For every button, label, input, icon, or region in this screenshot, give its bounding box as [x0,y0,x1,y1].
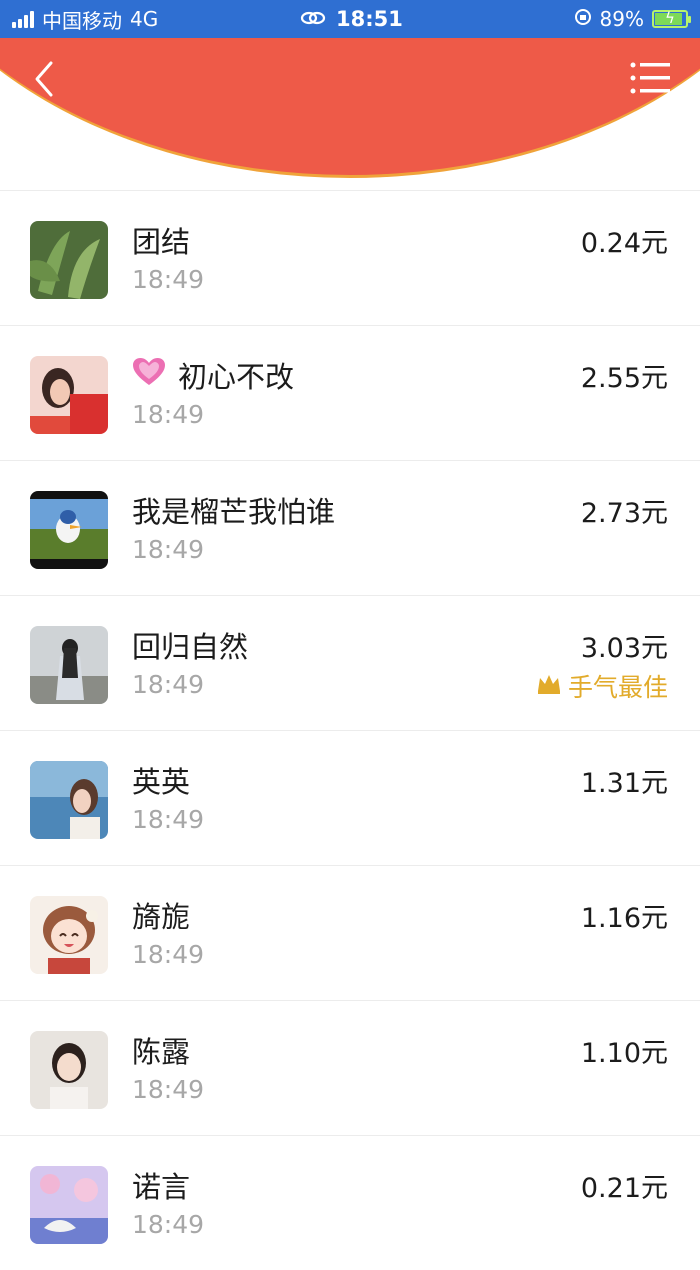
signal-icon [12,10,34,28]
rotation-lock-icon [574,7,592,31]
receive-time: 18:49 [132,940,205,969]
back-button[interactable] [26,54,62,104]
amount: 0.21元 [580,1173,668,1204]
receiver-name: 我是榴芒我怕谁 [132,495,336,529]
avatar [30,221,108,299]
receive-time: 18:49 [132,1210,205,1239]
receive-time: 18:49 [132,670,205,699]
menu-list-icon [630,62,670,94]
receiver-name: 英英 [132,765,191,799]
receiver-list: 团结 18:49 0.24元 初心不改 18:49 2.55元 我是榴芒我怕谁 … [0,190,700,1270]
header-curve [0,38,700,178]
amount: 1.10元 [580,1038,668,1069]
carrier-label: 中国移动 [42,8,122,33]
status-right: 89% ϟ [574,0,691,38]
avatar [30,1166,108,1244]
battery-icon: ϟ [652,9,691,28]
clock: 18:51 [336,7,403,31]
avatar [30,491,108,569]
receive-time: 18:49 [132,400,205,429]
receiver-name: 回归自然 [132,630,249,664]
receiver-name: 旖旎 [132,900,191,934]
receive-time: 18:49 [132,265,205,294]
receive-time: 18:49 [132,535,205,564]
status-left: 中国移动 4G [12,0,158,38]
list-item[interactable]: 旖旎 18:49 1.16元 [0,865,700,1000]
avatar [30,1031,108,1109]
avatar [30,896,108,974]
status-bar: 中国移动 4G 18:51 89% ϟ [0,0,700,38]
receiver-name: 初心不改 [132,354,294,396]
amount: 2.55元 [580,363,668,394]
chevron-left-icon [35,61,53,97]
list-item[interactable]: 陈露 18:49 1.10元 [0,1000,700,1135]
network-label: 4G [130,7,159,31]
list-item[interactable]: 英英 18:49 1.31元 [0,730,700,865]
amount: 0.24元 [580,228,668,259]
amount: 2.73元 [580,498,668,529]
link-icon [300,7,326,31]
receiver-name: 团结 [132,225,191,259]
receiver-name: 诺言 [132,1170,191,1204]
list-item[interactable]: 回归自然 18:49 3.03元 手气最佳 [0,595,700,730]
crown-icon [536,672,562,701]
receiver-name: 陈露 [132,1035,191,1069]
red-packet-header [0,38,700,180]
list-item[interactable]: 我是榴芒我怕谁 18:49 2.73元 [0,460,700,595]
menu-button[interactable] [630,60,672,96]
list-item[interactable]: 诺言 18:49 0.21元 [0,1135,700,1270]
status-center: 18:51 [300,0,403,38]
battery-percent: 89% [599,7,644,31]
list-item[interactable]: 团结 18:49 0.24元 [0,190,700,325]
avatar [30,626,108,704]
amount: 3.03元 [580,633,668,664]
best-luck-badge: 手气最佳 [536,668,668,704]
avatar [30,356,108,434]
amount: 1.31元 [580,768,668,799]
receive-time: 18:49 [132,1075,205,1104]
receive-time: 18:49 [132,805,205,834]
list-item[interactable]: 初心不改 18:49 2.55元 [0,325,700,460]
heart-icon [132,357,166,394]
amount: 1.16元 [580,903,668,934]
avatar [30,761,108,839]
